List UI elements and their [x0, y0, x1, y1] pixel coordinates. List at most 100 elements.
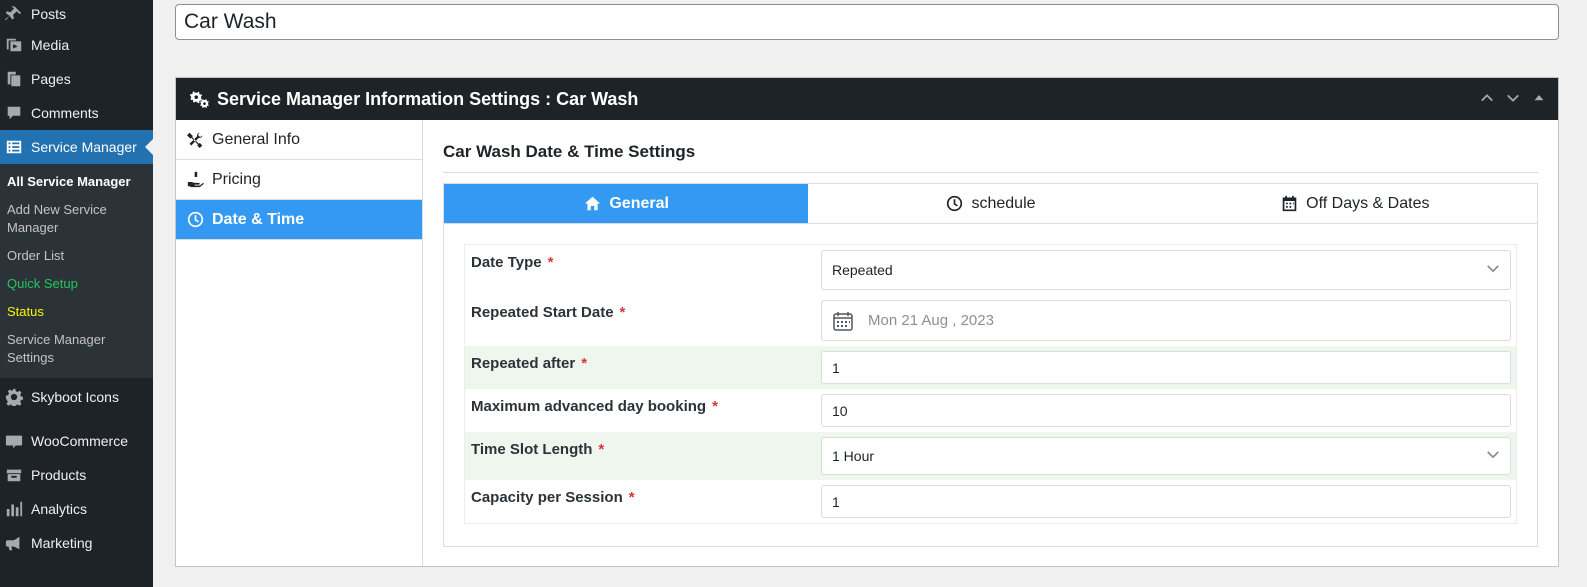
chevron-down-icon [1486, 448, 1500, 465]
tab-label: General [609, 194, 669, 212]
home-icon [583, 195, 601, 213]
list-icon [4, 137, 24, 157]
tab-label: Pricing [212, 170, 261, 188]
pages-icon [4, 69, 24, 89]
time-slot-length-label: Time Slot Length * [471, 441, 605, 458]
clock-icon [945, 195, 963, 213]
repeated-after-input[interactable]: 1 [821, 351, 1511, 384]
postbox-title: Service Manager Information Settings : C… [217, 88, 639, 109]
calendar-icon [832, 310, 854, 332]
row-max-advance-booking: Maximum advanced day booking * 10 [465, 389, 1516, 432]
pin-icon [4, 4, 24, 24]
tab-general-info[interactable]: General Info [176, 120, 422, 160]
tab-pricing[interactable]: Pricing [176, 160, 422, 200]
capacity-per-session-input[interactable]: 1 [821, 485, 1511, 518]
menu-label: Media [31, 37, 70, 53]
max-advance-booking-label: Maximum advanced day booking * [471, 398, 718, 415]
row-repeated-after: Repeated after * 1 [465, 346, 1516, 389]
menu-media[interactable]: Media [0, 28, 153, 62]
tools-icon [186, 131, 204, 149]
clock-icon [186, 211, 204, 229]
menu-posts[interactable]: Posts [0, 0, 153, 28]
tab-label: Date & Time [212, 210, 305, 228]
max-advance-booking-input[interactable]: 10 [821, 394, 1511, 427]
settings-content: Car Wash Date & Time Settings General sc… [423, 120, 1558, 566]
menu-label: Comments [31, 105, 99, 121]
menu-comments[interactable]: Comments [0, 96, 153, 130]
products-icon [4, 465, 24, 485]
service-manager-postbox: Service Manager Information Settings : C… [175, 77, 1559, 567]
date-time-tabs: General schedule Off Days & Dates [444, 184, 1537, 224]
required-mark: * [712, 398, 718, 415]
time-slot-length-value: 1 Hour [832, 448, 875, 464]
date-type-label: Date Type * [471, 254, 554, 271]
submenu-add-new[interactable]: Add New Service Manager [0, 196, 153, 242]
menu-marketing[interactable]: Marketing [0, 526, 153, 560]
repeated-start-date-value: Mon 21 Aug , 2023 [868, 312, 994, 329]
date-type-select[interactable]: Repeated [821, 250, 1511, 290]
gears-icon [188, 88, 210, 110]
comments-icon [4, 103, 24, 123]
menu-analytics[interactable]: Analytics [0, 492, 153, 526]
submenu-status[interactable]: Status [0, 298, 153, 326]
woo-icon [4, 431, 24, 451]
menu-label: Analytics [31, 501, 88, 517]
menu-service-manager[interactable]: Service Manager [0, 130, 153, 164]
menu-label: WooCommerce [31, 433, 128, 449]
required-mark: * [628, 489, 635, 506]
post-title-input[interactable]: Car Wash [175, 4, 1559, 40]
row-capacity-per-session: Capacity per Session * 1 [465, 480, 1516, 523]
postbox-controls [1478, 89, 1548, 107]
admin-sidebar: Posts Media Pages Comments Service Manag… [0, 0, 153, 587]
tab-off-days[interactable]: Off Days & Dates [1173, 184, 1537, 223]
time-slot-length-select[interactable]: 1 Hour [821, 437, 1511, 475]
submenu-order-list[interactable]: Order List [0, 242, 153, 270]
tab-schedule[interactable]: schedule [808, 184, 1172, 223]
settings-side-tabs: General Info Pricing Date & Time [176, 120, 423, 566]
date-time-form: Date Type * Repeated Repeated Start Date *… [464, 244, 1517, 524]
section-title: Car Wash Date & Time Settings [443, 142, 1538, 173]
move-up-icon[interactable] [1478, 89, 1496, 107]
menu-woocommerce[interactable]: WooCommerce [0, 424, 153, 458]
date-type-value: Repeated [832, 262, 893, 278]
menu-pages[interactable]: Pages [0, 62, 153, 96]
repeated-after-label: Repeated after * [471, 355, 588, 372]
required-mark: * [581, 355, 588, 372]
tab-date-time[interactable]: Date & Time [176, 200, 422, 240]
chevron-down-icon [1486, 262, 1500, 279]
analytics-icon [4, 499, 24, 519]
megaphone-icon [4, 533, 24, 553]
media-icon [4, 35, 24, 55]
menu-label: Service Manager [31, 139, 137, 155]
tab-label: General Info [212, 130, 301, 148]
row-repeated-start-date: Repeated Start Date * Mon 21 Aug , 2023 [465, 295, 1516, 346]
submenu-all-service-manager[interactable]: All Service Manager [0, 168, 153, 196]
calendar-icon [1280, 195, 1298, 213]
submenu-settings[interactable]: Service Manager Settings [0, 326, 153, 372]
capacity-per-session-label: Capacity per Session * [471, 489, 635, 506]
menu-label: Marketing [31, 535, 93, 551]
row-time-slot-length: Time Slot Length * 1 Hour [465, 432, 1516, 480]
service-manager-submenu: All Service Manager Add New Service Mana… [0, 164, 153, 378]
menu-skyboot-icons[interactable]: Skyboot Icons [0, 380, 153, 414]
menu-label: Posts [31, 6, 67, 22]
required-mark: * [619, 304, 626, 321]
move-down-icon[interactable] [1504, 89, 1522, 107]
tab-general[interactable]: General [444, 184, 809, 223]
postbox-header: Service Manager Information Settings : C… [176, 78, 1558, 120]
hand-coin-icon [186, 171, 204, 189]
repeated-start-date-label: Repeated Start Date * [471, 304, 626, 321]
row-date-type: Date Type * Repeated [465, 245, 1516, 295]
menu-label: Pages [31, 71, 71, 87]
postbox-body: General Info Pricing Date & Time Car Was… [176, 120, 1558, 566]
repeated-start-date-field[interactable]: Mon 21 Aug , 2023 [821, 300, 1511, 341]
required-mark: * [547, 254, 554, 271]
submenu-quick-setup[interactable]: Quick Setup [0, 270, 153, 298]
tab-label: Off Days & Dates [1306, 194, 1430, 212]
menu-products[interactable]: Products [0, 458, 153, 492]
gear-icon [4, 387, 24, 407]
required-mark: * [598, 441, 605, 458]
menu-label: Products [31, 467, 87, 483]
menu-label: Skyboot Icons [31, 389, 119, 405]
collapse-toggle-icon[interactable] [1530, 89, 1548, 107]
